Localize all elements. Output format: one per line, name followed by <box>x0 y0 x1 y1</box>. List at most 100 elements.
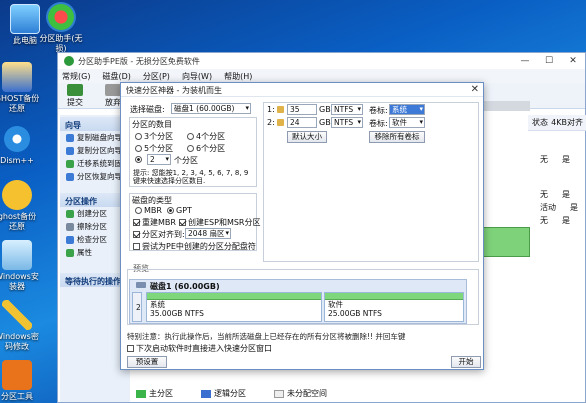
installer-icon <box>2 240 32 270</box>
disk-icon <box>136 282 146 288</box>
mbr-radio[interactable]: MBR <box>135 206 162 215</box>
radio-label: 3个分区 <box>144 132 174 141</box>
sidebar-item-label: 分区恢复向导 <box>77 172 122 181</box>
count-3-radio[interactable]: 3个分区 <box>135 131 173 142</box>
desktop-icon-partition-tool[interactable]: 分区工具 <box>0 360 40 402</box>
legend-logical-label: 逻辑分区 <box>214 389 246 398</box>
partition-2-label[interactable]: 软件 <box>389 117 425 128</box>
partition-assistant-icon <box>46 2 76 32</box>
table-row[interactable]: 无是 <box>528 214 586 227</box>
create-esp-checkbox[interactable]: 创建ESP和MSR分区 <box>179 217 261 228</box>
desktop-icon-windows-installer[interactable]: Windows安装器 <box>0 240 40 292</box>
menu-partition[interactable]: 分区(P) <box>143 71 170 82</box>
start-button[interactable]: 开始 <box>451 356 481 368</box>
desktop-icon-ghost-restore[interactable]: ghost备份还原 <box>0 180 40 232</box>
direct-enter-checkbox[interactable]: 下次启动软件时直接进入快速分区窗口 <box>127 343 272 354</box>
recovery-icon <box>66 172 74 181</box>
partition-2-size[interactable]: 24 <box>287 117 317 128</box>
count-custom-select[interactable]: 2 <box>147 154 171 165</box>
dialog-close-icon[interactable]: ✕ <box>471 84 479 95</box>
unalloc-swatch <box>274 389 284 398</box>
sidebar-item-label: 属性 <box>77 248 92 257</box>
desktop-icon-ghost[interactable]: GHOST备份还原 <box>0 62 40 114</box>
align-select[interactable]: 2048 扇区 <box>185 228 231 239</box>
desktop-icon-partition-assistant[interactable]: 分区助手(无损) <box>38 2 84 54</box>
checkbox-label: 分区对齐到: <box>142 230 185 239</box>
sidebar-item-label: 检查分区 <box>77 235 107 244</box>
partition-1-size[interactable]: 35 <box>287 104 317 115</box>
radio-icon <box>135 145 142 152</box>
radio-selected-icon <box>167 207 174 214</box>
partition-1-label[interactable]: 系统 <box>389 104 425 115</box>
radio-label: 6个分区 <box>196 144 226 153</box>
menu-wizard[interactable]: 向导(W) <box>182 71 212 82</box>
preview-partition-1[interactable]: 系统 35.00GB NTFS <box>146 292 322 322</box>
desktop-icon-label: Windows密码修改 <box>0 332 39 351</box>
remove-labels-button[interactable]: 移除所有卷标 <box>369 131 425 143</box>
partition-usage-bar <box>147 293 321 300</box>
desktop-icon-password[interactable]: Windows密码修改 <box>0 300 40 352</box>
desktop-icon-label: 分区工具 <box>1 392 33 401</box>
submit-label: 提交 <box>67 98 83 107</box>
discard-icon <box>105 84 121 96</box>
default-size-button[interactable]: 默认大小 <box>287 131 327 143</box>
radio-label: 5个分区 <box>144 144 174 153</box>
count-4-radio[interactable]: 4个分区 <box>187 131 225 142</box>
partition-2-fs[interactable]: NTFS <box>331 117 363 128</box>
menu-general[interactable]: 常规(G) <box>62 71 90 82</box>
checkbox-icon <box>133 243 140 250</box>
wipe-icon <box>66 222 74 231</box>
status-header: 状态 <box>532 118 548 127</box>
count-hint: 提示: 您能按1, 2, 3, 4, 5, 6, 7, 8, 9键来快速选择分区… <box>133 169 249 185</box>
minimize-icon[interactable]: — <box>513 53 537 69</box>
dialog-title: 快速分区神器 - 为装机而生 <box>121 83 483 97</box>
submit-button[interactable]: 提交 <box>62 84 88 108</box>
radio-label: MBR <box>144 206 162 215</box>
try-pe-checkbox[interactable]: 尝试为PE中创建的分区分配盘符 <box>133 241 256 252</box>
checkbox-label: 尝试为PE中创建的分区分配盘符 <box>142 242 256 251</box>
maximize-icon[interactable]: ☐ <box>537 53 561 69</box>
preview-disk: 磁盘1 (60.00GB) 2 系统 35.00GB NTFS 软件 25.00… <box>129 279 467 324</box>
radio-icon <box>187 133 194 140</box>
table-row[interactable]: 无是 <box>528 153 586 166</box>
gear-icon <box>2 124 32 154</box>
sidebar-item-label: 擦除分区 <box>77 222 107 231</box>
disk-select[interactable]: 磁盘1 (60.00GB) <box>171 103 251 114</box>
count-custom-radio[interactable] <box>135 155 144 164</box>
app-title: 分区助手PE版 - 无损分区免费软件 <box>78 56 200 66</box>
partition-1-label-name: 卷标: <box>369 106 388 115</box>
rebuild-mbr-checkbox[interactable]: 重建MBR <box>133 217 176 228</box>
partition-1-fs[interactable]: NTFS <box>331 104 363 115</box>
table-row[interactable]: 活动 是 <box>528 201 586 214</box>
count-6-radio[interactable]: 6个分区 <box>187 143 225 154</box>
count-5-radio[interactable]: 5个分区 <box>135 143 173 154</box>
partition-usage-bar <box>325 293 463 300</box>
menu-help[interactable]: 帮助(H) <box>224 71 252 82</box>
partition-1-index: 1: <box>267 105 275 114</box>
row-status: 无 <box>540 216 548 225</box>
sidebar-item-label: 复制磁盘向导 <box>77 133 122 142</box>
diskgenius-icon <box>2 360 32 390</box>
partition-1-unit: GB <box>319 105 331 114</box>
lock-icon[interactable] <box>277 119 284 126</box>
preset-button[interactable]: 预设置 <box>127 356 167 368</box>
partition-2-label-name: 卷标: <box>369 119 388 128</box>
radio-icon <box>135 133 142 140</box>
desktop-icon-dism[interactable]: Dism++ <box>0 124 40 166</box>
preview-partition-2[interactable]: 软件 25.00GB NTFS <box>324 292 464 322</box>
row-align: 是 <box>562 155 570 164</box>
app-logo-icon <box>64 56 74 66</box>
legend: 主分区 逻辑分区 未分配空间 <box>136 388 327 399</box>
align-checkbox[interactable]: 分区对齐到: <box>133 229 185 240</box>
legend-primary: 主分区 <box>136 388 173 399</box>
close-icon[interactable]: ✕ <box>561 53 585 69</box>
menu-disk[interactable]: 磁盘(D) <box>102 71 130 82</box>
checkbox-label: 重建MBR <box>142 218 176 227</box>
gpt-radio[interactable]: GPT <box>167 206 192 215</box>
checkbox-checked-icon <box>179 219 186 226</box>
desktop-icon-label: Dism++ <box>0 156 34 165</box>
lock-icon[interactable] <box>277 106 284 113</box>
desktop-icon-label: 此电脑 <box>13 36 37 45</box>
table-row[interactable]: 无是 <box>528 188 586 201</box>
desktop-icon-label: GHOST备份还原 <box>0 94 40 113</box>
